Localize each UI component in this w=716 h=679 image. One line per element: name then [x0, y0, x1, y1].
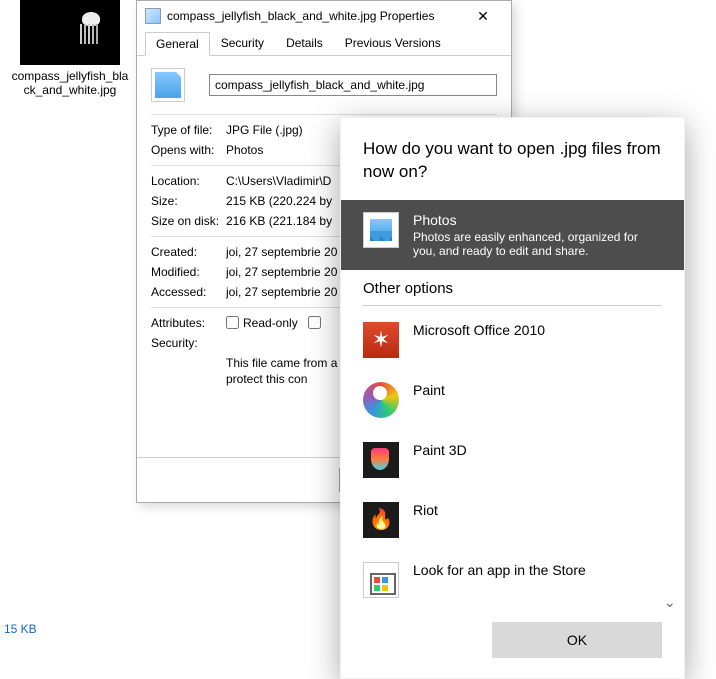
tab-details[interactable]: Details	[275, 31, 334, 55]
store-title: Look for an app in the Store	[413, 562, 586, 578]
app-option-photos[interactable]: Photos Photos are easily enhanced, organ…	[341, 200, 684, 270]
label-accessed: Accessed:	[151, 285, 226, 299]
tab-general[interactable]: General	[145, 32, 210, 56]
readonly-checkbox[interactable]	[226, 316, 239, 329]
titlebar-icon	[145, 8, 161, 24]
photos-title: Photos	[413, 212, 662, 228]
openwith-ok-button[interactable]: OK	[492, 622, 662, 658]
app-option-office[interactable]: ✶ Microsoft Office 2010	[341, 310, 684, 370]
photos-description: Photos are easily enhanced, organized fo…	[413, 230, 662, 258]
other-options-header: Other options	[341, 270, 684, 301]
close-button[interactable]: ✕	[463, 7, 503, 25]
app-option-riot[interactable]: Riot	[341, 490, 684, 550]
label-attributes: Attributes:	[151, 316, 226, 330]
divider	[363, 305, 662, 306]
status-bar-size: 15 KB	[4, 622, 37, 636]
app-option-paint[interactable]: Paint	[341, 370, 684, 430]
scroll-down-icon[interactable]	[664, 594, 678, 608]
titlebar-text: compass_jellyfish_black_and_white.jpg Pr…	[167, 9, 434, 23]
file-name-label: compass_jellyfish_black_and_white.jpg	[10, 69, 130, 98]
paint3d-icon	[363, 442, 399, 478]
app-option-store[interactable]: Look for an app in the Store	[341, 550, 684, 610]
riot-icon	[363, 502, 399, 538]
paint-icon	[363, 382, 399, 418]
app-option-paint3d[interactable]: Paint 3D	[341, 430, 684, 490]
open-with-question: How do you want to open .jpg files from …	[341, 118, 684, 200]
office-title: Microsoft Office 2010	[413, 322, 545, 338]
label-opens-with: Opens with:	[151, 143, 226, 157]
tab-previous-versions[interactable]: Previous Versions	[334, 31, 452, 55]
filetype-icon	[151, 68, 185, 102]
label-size-on-disk: Size on disk:	[151, 214, 226, 228]
tabstrip: General Security Details Previous Versio…	[137, 31, 511, 56]
label-created: Created:	[151, 245, 226, 259]
label-modified: Modified:	[151, 265, 226, 279]
desktop-file[interactable]: compass_jellyfish_black_and_white.jpg	[10, 0, 130, 98]
readonly-label[interactable]: Read-only	[226, 316, 298, 330]
paint3d-title: Paint 3D	[413, 442, 467, 458]
label-size: Size:	[151, 194, 226, 208]
tab-security[interactable]: Security	[210, 31, 275, 55]
label-security: Security:	[151, 336, 226, 350]
file-thumbnail	[20, 0, 120, 65]
label-location: Location:	[151, 174, 226, 188]
store-icon	[363, 562, 399, 598]
filename-input[interactable]	[209, 74, 497, 96]
paint-title: Paint	[413, 382, 445, 398]
riot-title: Riot	[413, 502, 438, 518]
office-icon: ✶	[363, 322, 399, 358]
label-type: Type of file:	[151, 123, 226, 137]
hidden-checkbox[interactable]	[308, 316, 321, 329]
photos-icon	[363, 212, 399, 248]
titlebar[interactable]: compass_jellyfish_black_and_white.jpg Pr…	[137, 1, 511, 31]
open-with-dialog: How do you want to open .jpg files from …	[340, 117, 685, 679]
